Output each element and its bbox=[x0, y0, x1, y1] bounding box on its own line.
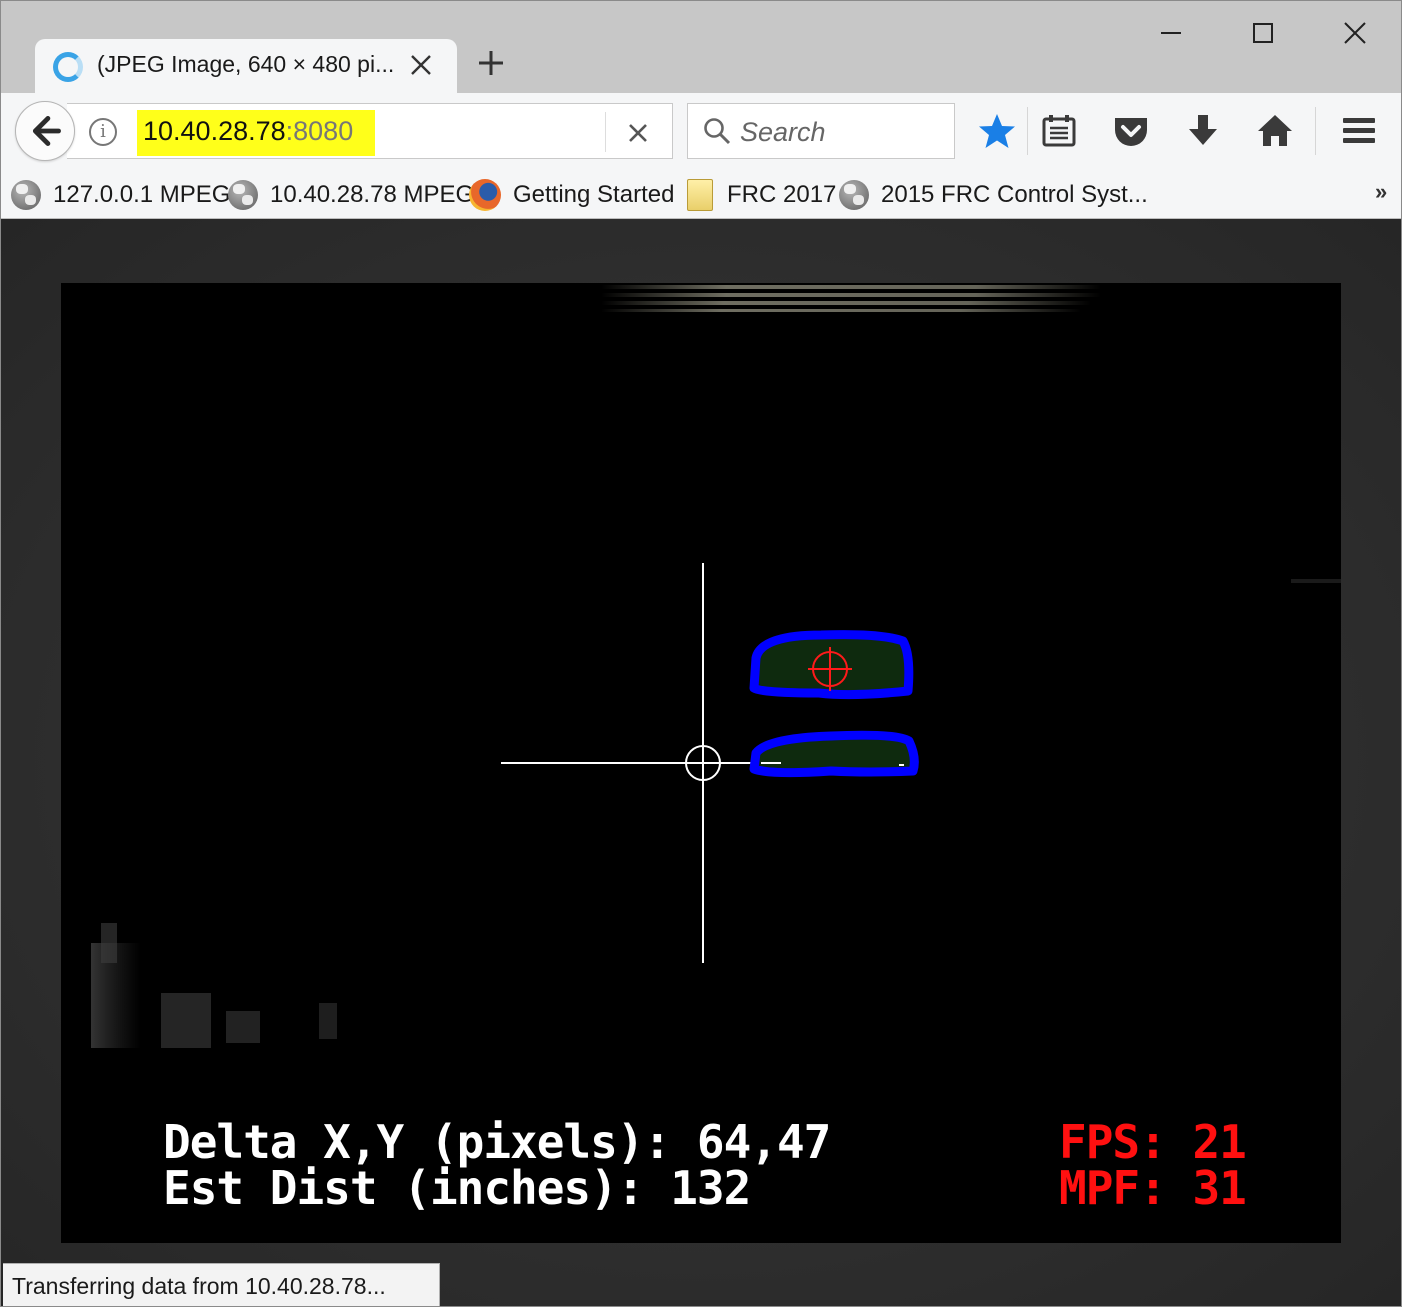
close-window-icon[interactable] bbox=[1333, 15, 1377, 51]
globe-icon bbox=[11, 180, 41, 210]
back-button[interactable] bbox=[15, 101, 75, 161]
mpf-readout: MPF: 31 bbox=[1059, 1161, 1247, 1215]
bookmark-getting-started[interactable]: Getting Started bbox=[469, 177, 674, 213]
search-placeholder: Search bbox=[740, 117, 826, 147]
delta-readout: Delta X,Y (pixels): 64,47 bbox=[163, 1115, 831, 1169]
url-text[interactable]: 10.40.28.78:8080 bbox=[137, 110, 376, 156]
aim-crosshair bbox=[501, 563, 781, 963]
url-host: 10.40.28.78 bbox=[143, 116, 286, 146]
url-bar[interactable]: i 10.40.28.78:8080 bbox=[67, 103, 673, 159]
globe-icon bbox=[228, 180, 258, 210]
toolbar-separator bbox=[1027, 107, 1028, 155]
tab-close-icon[interactable] bbox=[405, 49, 437, 81]
loading-spinner-icon bbox=[53, 52, 83, 82]
home-icon[interactable] bbox=[1255, 111, 1295, 151]
bookmark-2015-frc-control[interactable]: 2015 FRC Control Syst... bbox=[839, 177, 1148, 213]
bookmarks-toolbar: 127.0.0.1 MPEG 10.40.28.78 MPEG Getting … bbox=[1, 171, 1401, 219]
background-objects bbox=[91, 579, 1341, 1048]
lower-target-outline bbox=[749, 730, 919, 778]
content-area: Delta X,Y (pixels): 64,47 Est Dist (inch… bbox=[1, 219, 1401, 1306]
bookmark-star-icon[interactable] bbox=[977, 111, 1017, 151]
camera-frame-graphics bbox=[91, 285, 1341, 1048]
vision-targets bbox=[749, 630, 919, 778]
new-tab-icon[interactable] bbox=[473, 45, 509, 81]
bookmark-frc-2017[interactable]: FRC 2017 bbox=[687, 177, 836, 213]
bookmark-label: 10.40.28.78 MPEG bbox=[270, 181, 475, 208]
pocket-icon[interactable] bbox=[1111, 111, 1151, 151]
bookmark-label: FRC 2017 bbox=[727, 181, 837, 208]
minimize-icon[interactable] bbox=[1149, 15, 1193, 51]
bookmark-label: 127.0.0.1 MPEG bbox=[53, 181, 231, 208]
bookmarks-overflow-chevron-icon[interactable]: » bbox=[1375, 179, 1387, 205]
tab-title: (JPEG Image, 640 × 480 pi... bbox=[97, 51, 395, 77]
url-port: :8080 bbox=[285, 116, 354, 146]
bookmark-label: 2015 FRC Control Syst... bbox=[881, 181, 1148, 208]
url-separator bbox=[605, 112, 606, 152]
globe-icon bbox=[839, 180, 869, 210]
tab-jpeg-image[interactable]: (JPEG Image, 640 × 480 pi... bbox=[35, 39, 457, 93]
folder-icon bbox=[687, 179, 713, 211]
ceiling-light bbox=[601, 285, 1101, 312]
firefox-icon bbox=[469, 179, 501, 211]
download-icon[interactable] bbox=[1183, 111, 1223, 151]
maximize-icon[interactable] bbox=[1241, 15, 1285, 51]
status-panel: Transferring data from 10.40.28.78... bbox=[3, 1263, 440, 1306]
bookmark-127-mpeg[interactable]: 127.0.0.1 MPEG bbox=[11, 177, 230, 213]
bookmark-label: Getting Started bbox=[513, 181, 675, 208]
stop-icon[interactable] bbox=[623, 118, 653, 148]
search-icon bbox=[704, 118, 731, 145]
toolbar-separator bbox=[1315, 107, 1316, 155]
search-bar[interactable]: Search bbox=[687, 103, 955, 159]
info-icon[interactable]: i bbox=[89, 118, 117, 146]
reading-list-icon[interactable] bbox=[1039, 111, 1079, 151]
browser-window: (JPEG Image, 640 × 480 pi... i 10.40.28.… bbox=[0, 0, 1402, 1307]
nav-bar: i 10.40.28.78:8080 Search bbox=[1, 93, 1401, 171]
menu-icon[interactable] bbox=[1339, 111, 1379, 151]
distance-readout: Est Dist (inches): 132 bbox=[163, 1161, 751, 1215]
camera-image[interactable]: Delta X,Y (pixels): 64,47 Est Dist (inch… bbox=[61, 283, 1341, 1243]
tab-strip: (JPEG Image, 640 × 480 pi... bbox=[1, 1, 1401, 93]
fps-readout: FPS: 21 bbox=[1059, 1115, 1247, 1169]
back-arrow-icon bbox=[32, 116, 61, 146]
bookmark-10-40-mpeg[interactable]: 10.40.28.78 MPEG bbox=[228, 177, 474, 213]
